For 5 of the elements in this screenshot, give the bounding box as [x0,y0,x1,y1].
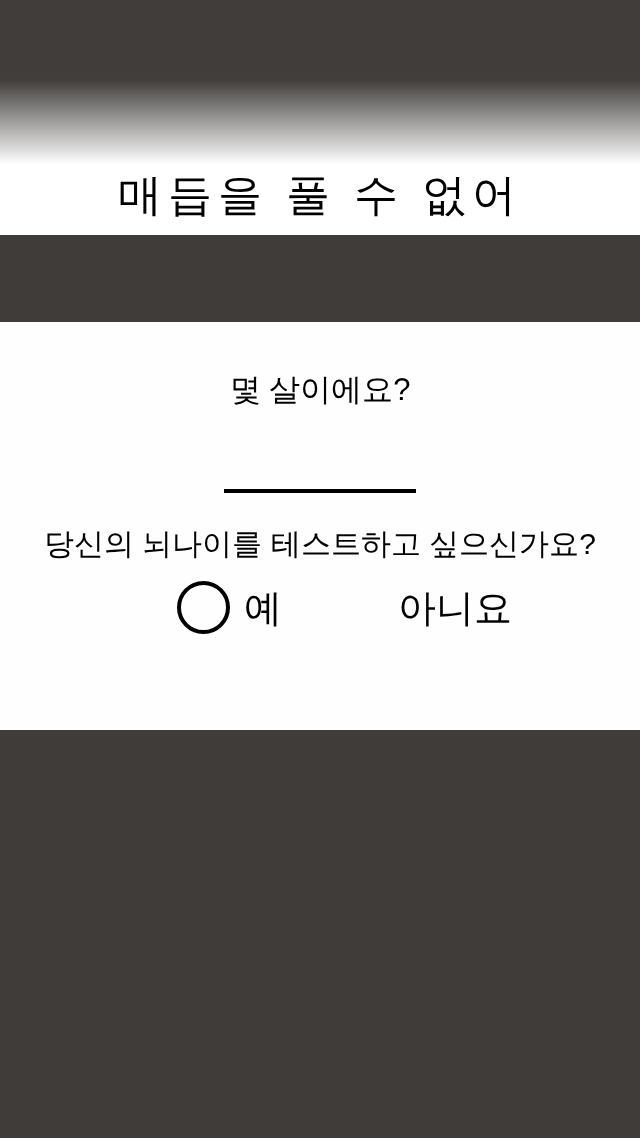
answer-option[interactable]: 예 [177,581,282,634]
title-text: 매듭을 풀 수 없어 [117,169,523,221]
question-text: 몇 살이에요? [229,371,411,409]
prompt-text: 당신의 뇌나이를 테스트하고 싶으신가요? [44,526,596,562]
answer-option[interactable]: 아니요 [398,581,512,634]
